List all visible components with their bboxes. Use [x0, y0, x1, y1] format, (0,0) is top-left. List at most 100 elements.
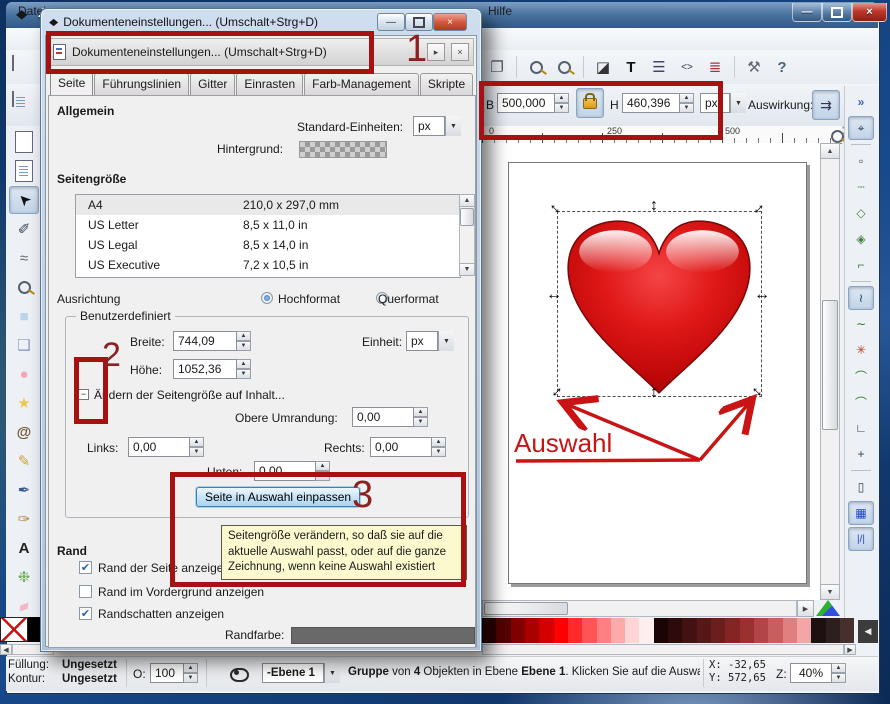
ellipse-tool-button[interactable]: ● — [9, 360, 39, 388]
preferences-icon[interactable]: ⚒ — [741, 54, 767, 80]
selector-tool-button[interactable]: ➤ — [9, 186, 39, 214]
menu-hilfe[interactable]: Hilfe — [484, 3, 516, 19]
snap-midpoints-button[interactable]: ∟ — [848, 416, 874, 440]
document-lines-icon[interactable] — [9, 157, 39, 185]
snap-path-intersections-button[interactable]: ✳ — [848, 338, 874, 362]
stroke-value[interactable]: Ungesetzt — [62, 673, 117, 685]
close-button[interactable]: × — [852, 3, 887, 22]
text-editor-icon[interactable]: T — [618, 54, 644, 80]
palette-swatch[interactable] — [782, 618, 797, 643]
dialog-minimize-button[interactable]: — — [377, 13, 405, 31]
palette-swatch[interactable] — [553, 618, 568, 643]
opacity-spin-buttons[interactable]: ▲ ▼ — [184, 663, 198, 683]
palette-swatch[interactable] — [711, 618, 726, 643]
tweak-tool-button[interactable]: ≈ — [9, 244, 39, 272]
node-tool-button[interactable]: ✐ — [9, 215, 39, 243]
spin-buttons[interactable]: ▲ ▼ — [432, 437, 446, 457]
bezier-tool-button[interactable]: ✒ — [9, 476, 39, 504]
palette-swatch[interactable] — [682, 618, 697, 643]
snap-bbox-button[interactable]: ▫ — [848, 149, 874, 173]
border-on-top-checkbox[interactable] — [79, 585, 92, 598]
resize-expander[interactable]: − — [78, 389, 89, 400]
snap-guide-button[interactable]: |/| — [848, 527, 874, 551]
snap-bbox-edges-button[interactable]: ┄ — [848, 175, 874, 199]
palette-swatch[interactable] — [768, 618, 783, 643]
show-shadow-checkbox[interactable]: ✔ — [79, 607, 92, 620]
zoom-tool-button[interactable] — [9, 273, 39, 301]
dock-float-button[interactable]: ▸ — [427, 43, 445, 61]
snap-enable-button[interactable]: ⌖ — [848, 116, 874, 140]
margin-top-spinner[interactable]: 0,00 ▲ ▼ — [352, 407, 428, 427]
tab-seite[interactable]: Seite — [50, 72, 94, 96]
opacity-spinner[interactable]: 100 ▲ ▼ — [150, 663, 198, 683]
selection-height-value[interactable]: 460,396 — [622, 93, 680, 113]
palette-swatch[interactable] — [811, 618, 826, 643]
height-spin-buttons[interactable]: ▲ ▼ — [680, 93, 694, 113]
chevron-down-icon[interactable]: ▼ — [324, 663, 340, 683]
lock-ratio-button[interactable] — [576, 88, 604, 118]
margin-right-spinner[interactable]: 0,00 ▲ ▼ — [370, 437, 446, 457]
page-width-value[interactable]: 744,09 — [173, 331, 237, 351]
palette-swatch[interactable] — [825, 618, 840, 643]
minimize-button[interactable]: — — [792, 3, 822, 22]
layer-dropdown[interactable]: -Ebene 1 ▼ — [262, 663, 340, 683]
zoom-corner-icon[interactable] — [831, 130, 844, 143]
snap-smooth-node-button[interactable]: ⌒ — [848, 390, 874, 414]
palette-swatch[interactable] — [625, 618, 640, 643]
palette-swatch[interactable] — [610, 618, 626, 643]
dialog-maximize-button[interactable] — [405, 13, 433, 31]
snap-bbox-corners-button[interactable]: ◇ — [848, 201, 874, 225]
palette-swatch[interactable] — [696, 618, 711, 643]
layers-icon[interactable]: ☰ — [646, 54, 672, 80]
align-icon[interactable]: ≣ — [702, 54, 728, 80]
palette-scroll-left-button[interactable]: ◀ — [0, 644, 12, 655]
palette-swatch[interactable] — [839, 618, 855, 643]
snapbar-overflow-icon[interactable]: » — [848, 90, 874, 114]
chevron-down-icon[interactable]: ▼ — [730, 93, 746, 113]
tab-farb-management[interactable]: Farb-Management — [304, 73, 419, 95]
selection-width-spinner[interactable]: 500,000 ▲ ▼ — [497, 93, 569, 113]
spin-buttons[interactable]: ▲ ▼ — [316, 461, 330, 481]
eraser-tool-button[interactable]: ▰ — [9, 592, 39, 620]
tab-führungslinien[interactable]: Führungslinien — [94, 73, 190, 95]
calligraphy-tool-button[interactable]: ✑ — [9, 505, 39, 533]
opacity-value[interactable]: 100 — [150, 663, 184, 683]
palette-swatch[interactable] — [596, 618, 611, 643]
dialog-close-button[interactable]: × — [433, 13, 467, 31]
selection-height-spinner[interactable]: 460,396 ▲ ▼ — [622, 93, 694, 113]
snap-path-button[interactable]: ∼ — [848, 312, 874, 336]
fit-page-to-selection-button[interactable]: Seite in Auswahl einpassen — [196, 487, 361, 507]
selection-width-value[interactable]: 500,000 — [497, 93, 555, 113]
default-units-dropdown[interactable]: px ▼ — [413, 116, 461, 136]
chevron-down-icon[interactable]: ▼ — [445, 116, 461, 136]
chevron-down-icon[interactable]: ▼ — [438, 331, 454, 351]
margin-left-value[interactable]: 0,00 — [128, 437, 190, 457]
duplicate-icon[interactable]: ❐ — [484, 54, 510, 80]
zoom-value[interactable]: 40% — [790, 663, 832, 683]
page-size-row[interactable]: US Letter 8,5 x 11,0 in — [76, 215, 460, 235]
show-border-checkbox[interactable]: ✔ — [79, 561, 92, 574]
scroll-right-button[interactable]: ▶ — [797, 600, 814, 617]
box3d-tool-button[interactable]: ❑ — [9, 331, 39, 359]
palette-swatch[interactable] — [567, 618, 583, 643]
palette-swatch-none[interactable] — [0, 617, 28, 642]
custom-unit-dropdown[interactable]: px ▼ — [406, 331, 454, 351]
page-height-value[interactable]: 1052,36 — [173, 359, 237, 379]
palette-scroll-right-button[interactable]: ▶ — [844, 644, 856, 655]
spiral-tool-button[interactable]: @ — [9, 418, 39, 446]
spray-tool-button[interactable]: ❉ — [9, 563, 39, 591]
palette-swatch[interactable] — [496, 618, 511, 643]
scroll-up-button[interactable]: ▲ — [820, 143, 840, 159]
layer-visibility-eye-icon[interactable] — [230, 668, 250, 682]
palette-swatch[interactable] — [739, 618, 754, 643]
fill-value[interactable]: Ungesetzt — [62, 659, 117, 671]
zoom-spinner[interactable]: 40% ▲ ▼ — [790, 663, 846, 683]
spin-buttons[interactable]: ▲ ▼ — [190, 437, 204, 457]
snap-object-centers-button[interactable]: + — [848, 442, 874, 466]
tab-skripte[interactable]: Skripte — [419, 73, 474, 95]
palette-swatch[interactable] — [510, 618, 525, 643]
snap-bbox-edge-midpoints-button[interactable]: ◈ — [848, 227, 874, 251]
palette-scrollbar[interactable] — [482, 644, 844, 655]
margin-left-spinner[interactable]: 0,00 ▲ ▼ — [128, 437, 204, 457]
new-document-button[interactable] — [12, 55, 14, 71]
